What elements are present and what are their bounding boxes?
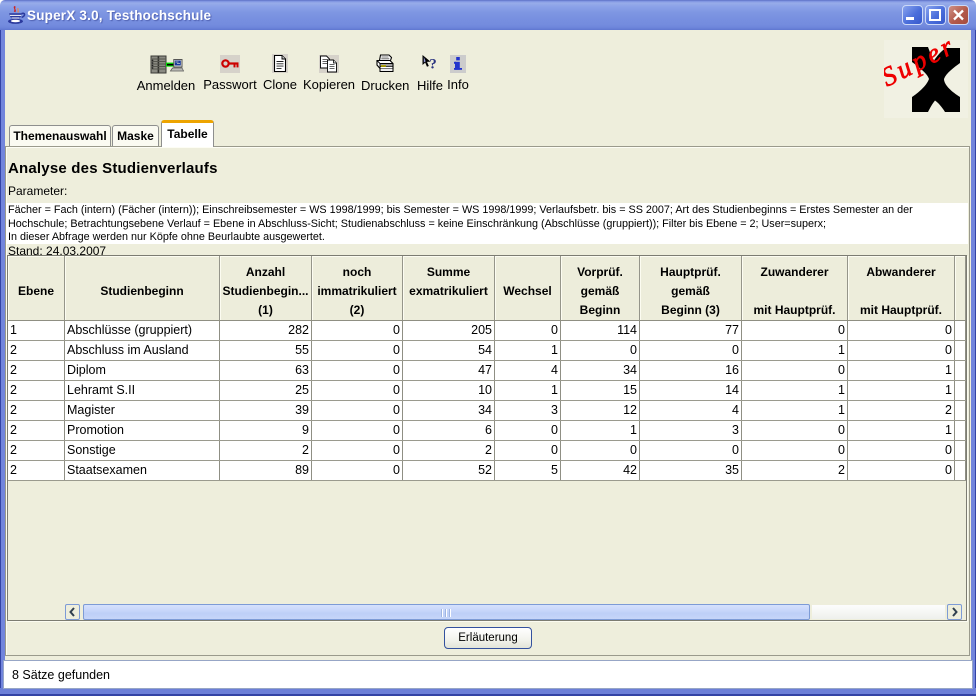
svg-text:?: ? bbox=[429, 57, 437, 73]
